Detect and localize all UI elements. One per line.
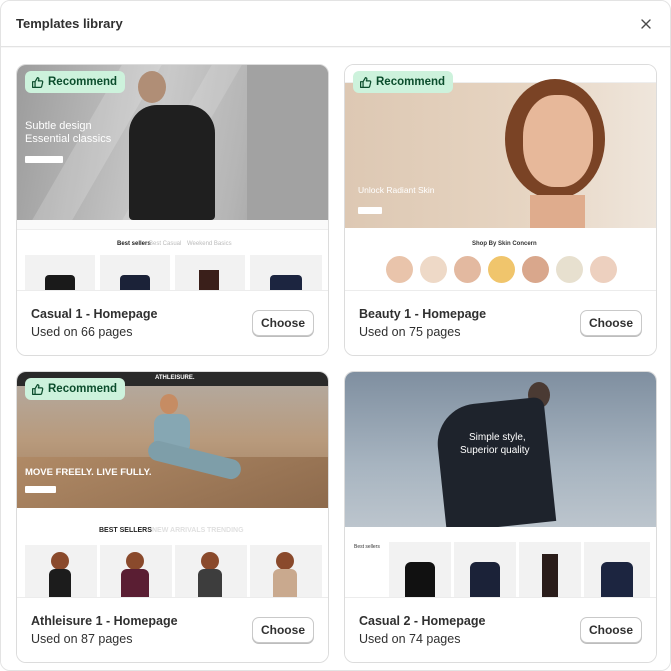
thumbs-up-icon bbox=[360, 76, 372, 88]
template-preview: Simple style, Superior quality Best sell… bbox=[345, 372, 656, 597]
preview-brand: ATHLEISURE. bbox=[155, 375, 195, 381]
recommend-badge: Recommend bbox=[25, 378, 126, 400]
preview-tab: Best sellers bbox=[117, 241, 151, 247]
preview-tab: Weekend Basics bbox=[187, 241, 232, 247]
recommend-badge: Recommend bbox=[25, 71, 126, 93]
hero-subheading: Essential classics bbox=[25, 133, 112, 145]
card-footer: Casual 2 - Homepage Used on 74 pages Cho… bbox=[345, 597, 656, 662]
choose-button[interactable]: Choose bbox=[252, 617, 314, 643]
badge-label: Recommend bbox=[376, 76, 446, 88]
template-title: Athleisure 1 - Homepage bbox=[31, 614, 178, 628]
choose-button[interactable]: Choose bbox=[580, 310, 642, 336]
preview-tab: BEST SELLERS bbox=[99, 527, 152, 534]
card-footer: Beauty 1 - Homepage Used on 75 pages Cho… bbox=[345, 290, 656, 355]
hero-heading: MOVE FREELY. LIVE FULLY. bbox=[25, 467, 152, 478]
card-footer: Athleisure 1 - Homepage Used on 87 pages… bbox=[17, 597, 328, 662]
template-card-casual-1[interactable]: Subtle design Essential classics Best se… bbox=[16, 64, 329, 356]
preview-tab: NEW ARRIVALS bbox=[152, 527, 206, 534]
templates-library-dialog: Templates library Subtle design Essentia… bbox=[0, 0, 671, 671]
hero-heading: Simple style, bbox=[469, 432, 526, 443]
template-card-athleisure-1[interactable]: ATHLEISURE. MOVE FREELY. LIVE FULLY. BES… bbox=[16, 371, 329, 663]
template-card-beauty-1[interactable]: Unlock Radiant Skin Shop By Skin Concern… bbox=[344, 64, 657, 356]
dialog-title: Templates library bbox=[16, 16, 123, 31]
recommend-badge: Recommend bbox=[353, 71, 454, 93]
section-title: Shop By Skin Concern bbox=[472, 241, 537, 247]
choose-button[interactable]: Choose bbox=[252, 310, 314, 336]
template-usage: Used on 75 pages bbox=[359, 325, 461, 339]
hero-heading: Unlock Radiant Skin bbox=[358, 185, 435, 195]
thumbs-up-icon bbox=[32, 76, 44, 88]
preview-tab: TRENDING bbox=[207, 527, 244, 534]
template-title: Casual 1 - Homepage bbox=[31, 307, 158, 321]
choose-button[interactable]: Choose bbox=[580, 617, 642, 643]
template-title: Casual 2 - Homepage bbox=[359, 614, 486, 628]
badge-label: Recommend bbox=[48, 383, 118, 395]
thumbs-up-icon bbox=[32, 383, 44, 395]
template-usage: Used on 66 pages bbox=[31, 325, 133, 339]
badge-label: Recommend bbox=[48, 76, 118, 88]
template-usage: Used on 74 pages bbox=[359, 632, 461, 646]
template-title: Beauty 1 - Homepage bbox=[359, 307, 487, 321]
hero-subheading: Superior quality bbox=[460, 445, 530, 456]
close-icon bbox=[641, 19, 651, 29]
template-preview: ATHLEISURE. MOVE FREELY. LIVE FULLY. BES… bbox=[17, 372, 328, 597]
side-title: Best sellers bbox=[354, 544, 380, 550]
close-button[interactable] bbox=[636, 14, 656, 34]
hero-heading: Subtle design bbox=[25, 120, 92, 132]
template-card-casual-2[interactable]: Simple style, Superior quality Best sell… bbox=[344, 371, 657, 663]
template-preview: Unlock Radiant Skin Shop By Skin Concern… bbox=[345, 65, 656, 290]
templates-grid: Subtle design Essential classics Best se… bbox=[1, 48, 670, 670]
card-footer: Casual 1 - Homepage Used on 66 pages Cho… bbox=[17, 290, 328, 355]
template-usage: Used on 87 pages bbox=[31, 632, 133, 646]
preview-tab: Best Casual bbox=[149, 241, 182, 247]
dialog-header: Templates library bbox=[1, 1, 670, 47]
template-preview: Subtle design Essential classics Best se… bbox=[17, 65, 328, 290]
